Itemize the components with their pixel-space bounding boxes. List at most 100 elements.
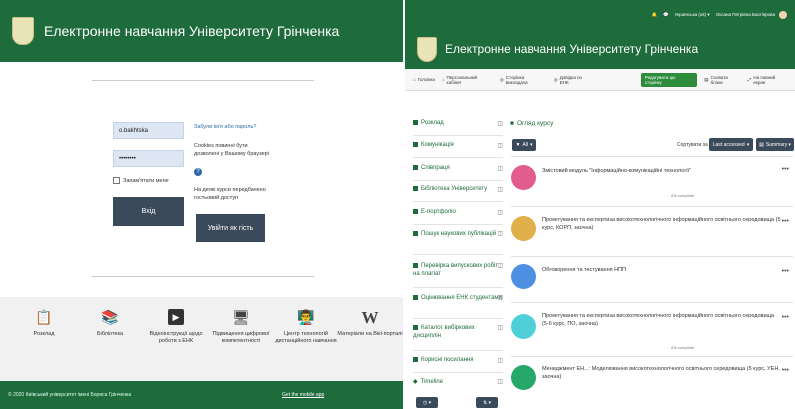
filter-all-button[interactable]: ▼ All ▾ <box>512 139 536 151</box>
sidebar-item-portfolio[interactable]: Е-портфоліо ◫ <box>413 209 503 216</box>
collapse-icon: ◫ <box>497 210 503 216</box>
site-header-left: Електронне навчання Університету Грінчен… <box>0 0 403 62</box>
collapse-icon: ◫ <box>497 358 503 364</box>
more-icon[interactable]: ••• <box>782 367 789 374</box>
view-mode-button[interactable]: ▤ Summary ▾ <box>756 138 794 151</box>
sidebar-item-publications[interactable]: Пошук наукових публікацій ◫ <box>413 230 503 238</box>
language-selector[interactable]: Українська (uk) ▾ <box>675 12 710 18</box>
cookies-notice: Cookies повинні бути дозволені у Вашому … <box>194 143 269 157</box>
site-header-right: Електронне навчання Університету Грінчен… <box>405 29 795 69</box>
nav-help[interactable]: ◎ Довідка по ЕНК <box>554 75 592 85</box>
filter-icon: ▼ <box>515 142 521 148</box>
block-icon <box>413 262 418 268</box>
hide-blocks-button[interactable]: ▤ Сховати блоки <box>704 75 740 85</box>
more-icon[interactable]: ••• <box>782 218 789 225</box>
sort-button[interactable]: Last accessed ▾ <box>709 138 753 151</box>
course-title[interactable]: Обговорення та тестування НПП <box>542 266 782 274</box>
globe-icon: ◎ <box>499 76 504 82</box>
presentation-icon: 🖥 <box>232 308 250 325</box>
guest-notice: На деякі курси передбачено гостьовий дос… <box>194 187 266 201</box>
bell-icon[interactable]: 🔔 <box>651 12 657 18</box>
sidebar-item-schedule[interactable]: Розклад ◫ <box>413 120 503 127</box>
block-icon <box>413 294 418 300</box>
collapse-icon: ◫ <box>497 379 503 385</box>
course-image <box>511 314 536 339</box>
chat-icon[interactable]: 💬 <box>663 12 669 18</box>
remember-checkbox[interactable] <box>113 177 120 184</box>
top-bar: 🔔 💬 Українська (uk) ▾ Оксана Петрівна Ба… <box>405 0 795 29</box>
help-icon[interactable]: ? <box>194 168 202 176</box>
timeline-sort-button[interactable]: ⇅ ▾ <box>476 397 498 408</box>
footer-links: 📋 Розклад 📚 Бібліотека ▶ Відеоінструкції… <box>0 297 403 381</box>
course-image <box>511 264 536 289</box>
wikipedia-icon: W <box>361 307 379 327</box>
more-icon[interactable]: ••• <box>782 268 789 275</box>
forgot-password-link[interactable]: Забули ім'я або пароль? <box>194 124 269 130</box>
sidebar-item-cooperation[interactable]: Співпраця ◫ <box>413 165 503 172</box>
block-icon <box>413 209 418 214</box>
username-field[interactable]: o.bakhtska <box>113 122 184 139</box>
collapse-icon: ◫ <box>497 143 503 149</box>
sidebar-item-evaluation[interactable]: Оцінювання ЕНК студентами ◫ <box>413 294 503 302</box>
remember-me[interactable]: Запам'ятати мене <box>113 177 169 184</box>
mobile-app-link[interactable]: Get the mobile app <box>282 392 324 398</box>
collapse-icon: ◫ <box>497 295 503 301</box>
site-title: Електронне навчання Університету Грінчен… <box>445 42 699 56</box>
course-card[interactable]: Обговорення та тестування НПП ••• <box>511 262 795 302</box>
sidebar-item-plagiarism[interactable]: Перевірка випускових робіт на плагіат ◫ <box>413 262 503 278</box>
block-icon <box>413 120 418 125</box>
sidebar-item-library[interactable]: Бібліотека Університету ◫ <box>413 186 503 193</box>
university-logo <box>417 36 437 62</box>
block-icon <box>413 142 418 147</box>
more-icon[interactable]: ••• <box>782 314 789 321</box>
course-card[interactable]: Проектування та експертиза високотехноло… <box>511 308 795 354</box>
sort-label: Сортувати за <box>677 142 708 148</box>
course-title[interactable]: Змістовий модуль "Інформаційно-комунікац… <box>542 167 782 175</box>
guest-login-button[interactable]: Увійти як гість <box>196 214 265 242</box>
footer-link-wiki[interactable]: W Матеріали на Вікі-порталі <box>336 309 404 338</box>
sidebar-item-communication[interactable]: Комунікація ◫ <box>413 142 503 149</box>
fullscreen-button[interactable]: ⤢ На повний екран <box>748 75 788 85</box>
sidebar-item-catalog[interactable]: Каталог вибіркових дисциплін ◫ <box>413 324 503 340</box>
list-icon: ▤ <box>759 141 764 148</box>
course-title[interactable]: Менеджмент ЕН...: Моделювання високотехн… <box>542 365 782 381</box>
sidebar-item-timeline[interactable]: ◆ Timeline ◫ <box>413 378 503 385</box>
course-card[interactable]: Менеджмент ЕН...: Моделювання високотехн… <box>511 361 795 401</box>
globe-icon: ◎ <box>553 76 558 82</box>
footer-link-library[interactable]: 📚 Бібліотека <box>76 309 144 338</box>
login-button[interactable]: Вхід <box>113 197 184 226</box>
block-icon <box>413 186 418 191</box>
divider <box>92 80 314 81</box>
user-name[interactable]: Оксана Петрівна Бахтіярова <box>716 12 775 17</box>
nav-personal[interactable]: ⌂ Персональний кабінет <box>442 75 493 85</box>
password-field[interactable]: •••••••• <box>113 150 184 167</box>
divider <box>92 276 314 277</box>
block-icon: ■ <box>510 120 514 127</box>
course-card[interactable]: Змістовий модуль "Інформаційно-комунікац… <box>511 163 795 203</box>
avatar[interactable] <box>779 10 787 19</box>
nav-bar: ⌂ Головна ⌂ Персональний кабінет ◎ Сторінка… <box>405 69 795 91</box>
footer-link-video[interactable]: ▶ Відеоінструкції щодо роботи з ЕНК <box>142 309 210 345</box>
sidebar-item-useful-links[interactable]: Корисні посилання ◫ <box>413 357 503 364</box>
timeline-filter-button[interactable]: ◷ ▾ <box>416 397 438 408</box>
clipboard-icon: 📋 <box>35 308 53 325</box>
course-card[interactable]: Проектування та експертиза високотехноло… <box>511 212 795 252</box>
collapse-icon: ◫ <box>497 187 503 193</box>
nav-teacher-page[interactable]: ◎ Сторінка викладача <box>500 75 547 85</box>
course-title[interactable]: Проектування та експертиза високотехноло… <box>542 312 782 328</box>
footer-link-digital[interactable]: 🖥 Підвищення цифрової компетентності <box>207 309 275 345</box>
course-title[interactable]: Проектування та експертиза високотехноло… <box>542 216 782 232</box>
more-icon[interactable]: ••• <box>782 166 789 173</box>
collapse-icon: ◫ <box>497 263 503 269</box>
home-icon: ⌂ <box>413 77 416 82</box>
block-icon <box>413 230 418 236</box>
diamond-icon: ◆ <box>413 379 418 385</box>
course-image <box>511 165 536 190</box>
course-progress: 0% complete <box>671 193 695 198</box>
teacher-icon: 👨‍🏫 <box>297 308 315 325</box>
footer-link-schedule[interactable]: 📋 Розклад <box>10 309 78 338</box>
nav-home[interactable]: ⌂ Головна <box>413 77 435 82</box>
edit-page-button[interactable]: Редагувати цю сторінку <box>640 72 698 87</box>
bottom-bar: © 2020 Київський університет імені Борис… <box>0 381 403 409</box>
footer-link-distance[interactable]: 👨‍🏫 Центр технологій дистанційного навча… <box>272 309 340 345</box>
